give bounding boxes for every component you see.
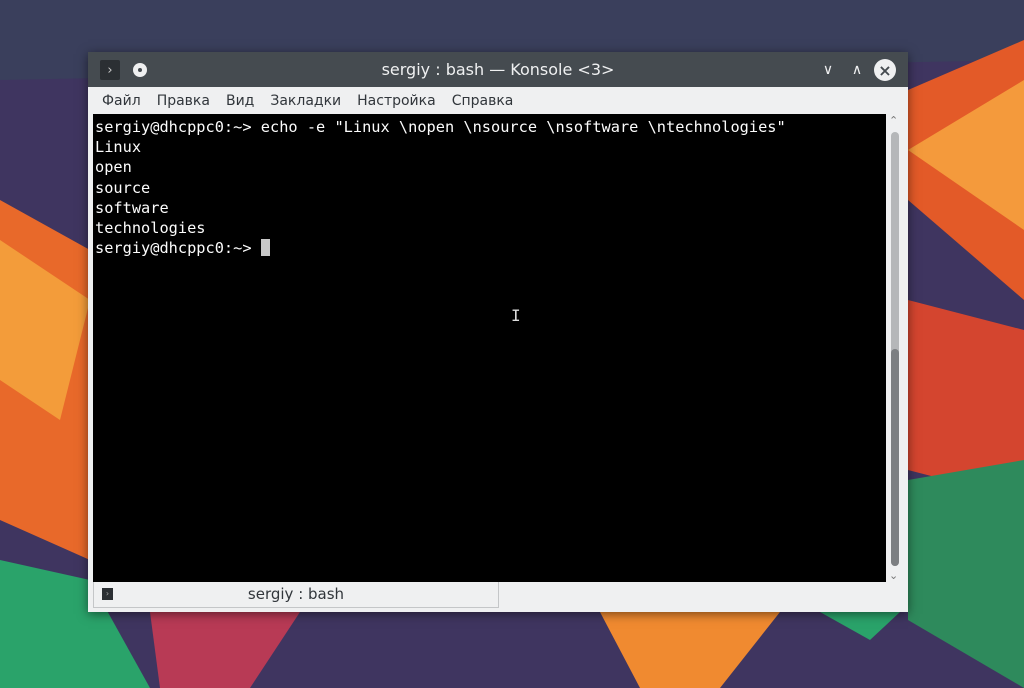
session-tab[interactable]: › sergiy : bash — [93, 582, 499, 608]
scrollbar-track[interactable] — [891, 132, 899, 566]
maximize-icon[interactable]: ∧ — [847, 60, 867, 80]
ibeam-mouse-cursor-icon: I — [511, 306, 521, 325]
menu-help[interactable]: Справка — [444, 93, 522, 109]
menu-settings[interactable]: Настройка — [349, 93, 444, 109]
scroll-up-icon[interactable]: ⌃ — [889, 114, 898, 127]
terminal-prompt: sergiy@dhcppc0:~> — [95, 239, 261, 258]
menu-bar: Файл Правка Вид Закладки Настройка Справ… — [88, 87, 908, 114]
scrollbar-handle[interactable] — [891, 349, 899, 566]
tab-label: sergiy : bash — [247, 585, 345, 603]
menu-bookmarks[interactable]: Закладки — [262, 93, 349, 109]
window-title: sergiy : bash — Konsole <3> — [381, 60, 615, 79]
konsole-window: › sergiy : bash — Konsole <3> ∨ ∧ × Файл… — [88, 52, 908, 612]
close-icon[interactable]: × — [874, 59, 896, 81]
minimize-icon[interactable]: ∨ — [818, 60, 838, 80]
terminal-line: technologies — [95, 219, 206, 238]
menu-edit[interactable]: Правка — [149, 93, 218, 109]
menu-file[interactable]: Файл — [94, 93, 149, 109]
terminal-line: open — [95, 158, 132, 177]
terminal-output[interactable]: sergiy@dhcppc0:~> echo -e "Linux \nopen … — [93, 114, 886, 582]
terminal-line: source — [95, 178, 151, 197]
scroll-down-icon[interactable]: ⌄ — [889, 569, 898, 582]
terminal-line: Linux — [95, 138, 142, 157]
text-cursor — [260, 239, 270, 257]
vertical-scrollbar[interactable]: ⌃ ⌄ — [886, 114, 904, 582]
terminal-line: sergiy@dhcppc0:~> echo -e "Linux \nopen … — [95, 118, 786, 136]
terminal-line: software — [95, 198, 169, 217]
menu-view[interactable]: Вид — [218, 93, 262, 109]
title-bar[interactable]: › sergiy : bash — Konsole <3> ∨ ∧ × — [88, 52, 908, 87]
